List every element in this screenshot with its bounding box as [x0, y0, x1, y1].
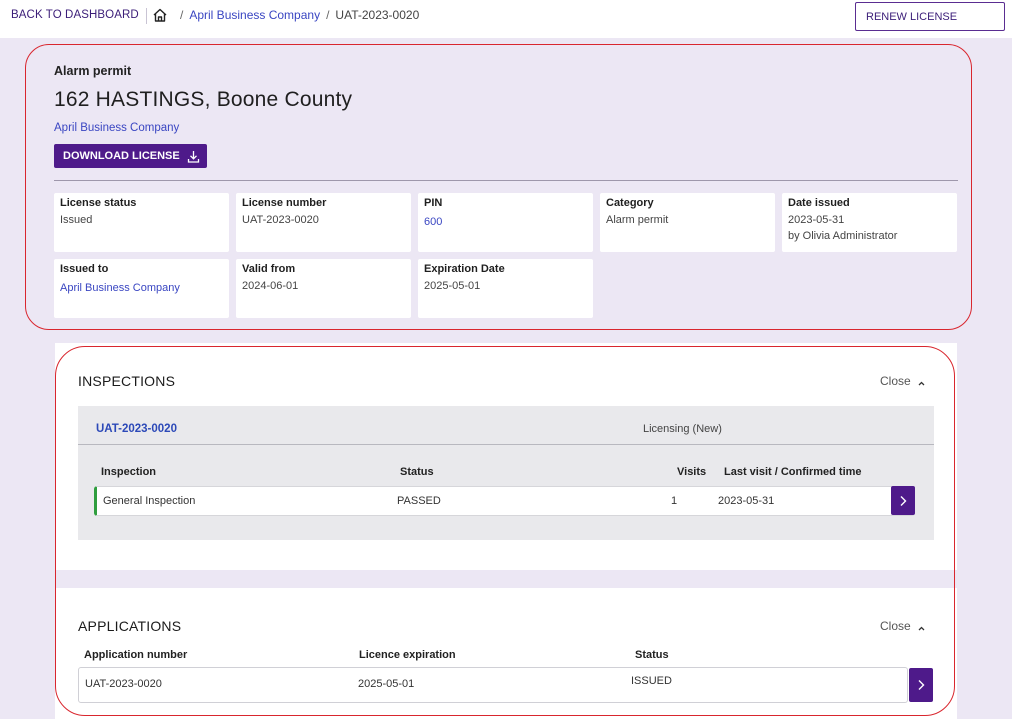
card-label: Valid from: [242, 263, 296, 275]
pin-value-wrap: 600: [424, 215, 587, 230]
license-summary: Alarm permit 162 HASTINGS, Boone County …: [26, 45, 971, 329]
application-status: ISSUED: [631, 675, 672, 687]
breadcrumb-current: UAT-2023-0020: [335, 8, 420, 22]
card-label: License status: [60, 197, 137, 209]
inspections-panel: INSPECTIONS Close UAT-2023-0020 Licensin…: [55, 343, 957, 570]
license-number-value: UAT-2023-0020: [242, 214, 319, 226]
valid-from-value: 2024-06-01: [242, 280, 299, 292]
divider: [54, 180, 958, 181]
inspections-close-toggle[interactable]: Close: [880, 374, 926, 388]
column-header-application-number: Application number: [84, 649, 188, 661]
inspection-name: General Inspection: [103, 495, 196, 507]
breadcrumb-separator: /: [326, 8, 330, 22]
inspection-record-type: Licensing (New): [643, 423, 722, 435]
close-label: Close: [880, 619, 911, 633]
license-number-card: License number UAT-2023-0020: [236, 193, 411, 252]
open-application-button[interactable]: [909, 668, 933, 702]
card-label: Category: [606, 197, 654, 209]
breadcrumb-separator: /: [180, 8, 184, 22]
card-label: Date issued: [788, 197, 850, 209]
card-label: PIN: [424, 197, 443, 209]
category-card: Category Alarm permit: [600, 193, 775, 252]
applications-close-toggle[interactable]: Close: [880, 619, 926, 633]
inspection-last-visit: 2023-05-31: [718, 495, 775, 507]
inspection-record: UAT-2023-0020 Licensing (New) Inspection…: [78, 406, 934, 540]
card-label: Expiration Date: [424, 263, 505, 275]
table-row[interactable]: General Inspection PASSED 1 2023-05-31: [94, 486, 915, 516]
column-header-last-visit: Last visit / Confirmed time: [724, 466, 862, 478]
date-issued-card: Date issued 2023-05-31 by Olivia Adminis…: [782, 193, 957, 252]
breadcrumb: / April Business Company / UAT-2023-0020: [152, 7, 419, 23]
download-icon: [187, 150, 200, 163]
inspection-record-link[interactable]: UAT-2023-0020: [96, 423, 177, 435]
column-header-visits: Visits: [677, 466, 707, 478]
company-link[interactable]: April Business Company: [54, 122, 179, 134]
divider: [78, 444, 934, 445]
home-icon[interactable]: [152, 7, 168, 23]
chevron-right-icon: [918, 680, 925, 690]
breadcrumb-company-link[interactable]: April Business Company: [189, 8, 320, 22]
card-label: Issued to: [60, 263, 109, 275]
chevron-up-icon: [917, 377, 926, 386]
close-label: Close: [880, 374, 911, 388]
chevron-up-icon: [917, 622, 926, 631]
application-number: UAT-2023-0020: [85, 678, 162, 690]
download-license-label: DOWNLOAD LICENSE: [63, 150, 180, 162]
inspections-title: INSPECTIONS: [78, 373, 176, 389]
pin-link[interactable]: 600: [424, 216, 442, 228]
column-header-inspection: Inspection: [101, 466, 157, 478]
license-status-value: Issued: [60, 214, 93, 226]
back-to-dashboard-link[interactable]: BACK TO DASHBOARD: [11, 9, 139, 21]
column-header-licence-expiration: Licence expiration: [359, 649, 456, 661]
issued-to-link[interactable]: April Business Company: [60, 282, 180, 294]
date-issued-value: 2023-05-31: [788, 214, 845, 226]
chevron-right-icon: [900, 495, 907, 506]
inspection-visits: 1: [671, 495, 678, 507]
expiration-date-card: Expiration Date 2025-05-01: [418, 259, 593, 318]
application-expiration: 2025-05-01: [358, 678, 415, 690]
issued-to-value-wrap: April Business Company: [60, 281, 223, 296]
pin-card: PIN 600: [418, 193, 593, 252]
issued-by: by Olivia Administrator: [788, 230, 898, 242]
inspection-status: PASSED: [397, 495, 441, 507]
divider: [146, 8, 147, 24]
issued-to-card: Issued to April Business Company: [54, 259, 229, 318]
renew-license-button[interactable]: RENEW LICENSE: [855, 2, 1005, 31]
card-label: License number: [242, 197, 327, 209]
top-bar: BACK TO DASHBOARD / April Business Compa…: [0, 0, 1012, 38]
open-inspection-button[interactable]: [891, 486, 915, 515]
category-value: Alarm permit: [606, 214, 669, 226]
column-header-status: Status: [635, 649, 669, 661]
column-header-status: Status: [400, 466, 434, 478]
download-license-button[interactable]: DOWNLOAD LICENSE: [54, 144, 207, 168]
applications-title: APPLICATIONS: [78, 618, 182, 634]
page-title: 162 HASTINGS, Boone County: [54, 88, 353, 111]
valid-from-card: Valid from 2024-06-01: [236, 259, 411, 318]
permit-type: Alarm permit: [54, 64, 132, 78]
table-row[interactable]: UAT-2023-0020 2025-05-01 ISSUED: [78, 667, 908, 703]
license-status-card: License status Issued: [54, 193, 229, 252]
expiration-date-value: 2025-05-01: [424, 280, 481, 292]
